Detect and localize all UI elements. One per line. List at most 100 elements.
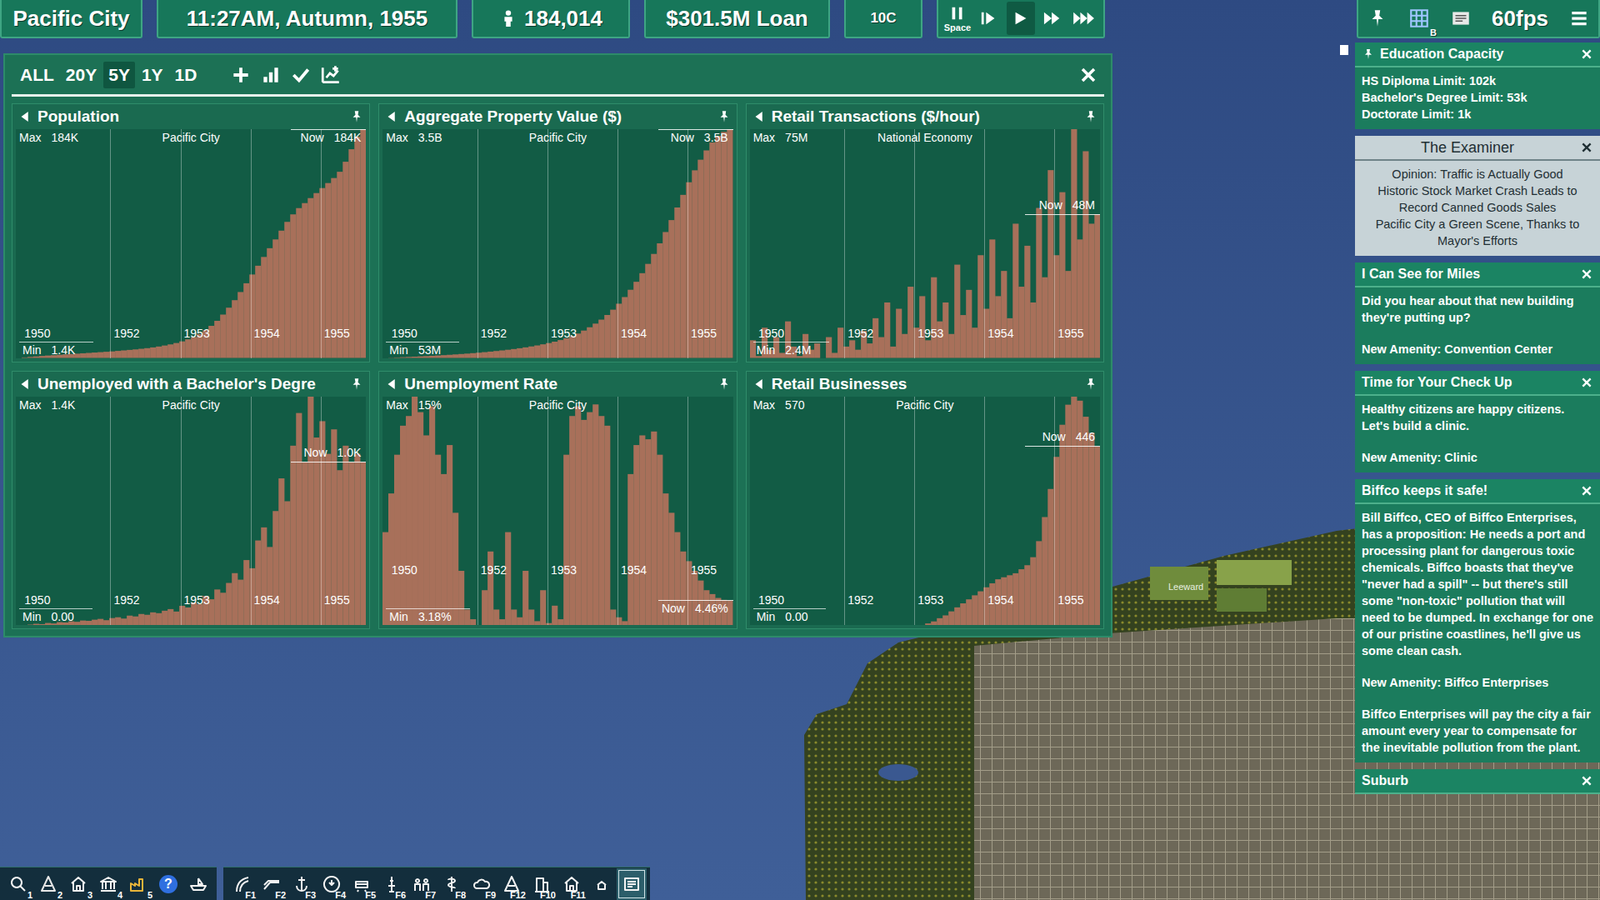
tool-button[interactable]: F3 xyxy=(286,868,317,900)
close-button[interactable] xyxy=(1578,482,1595,500)
range-tab[interactable]: 5Y xyxy=(103,61,135,89)
speed-button[interactable] xyxy=(975,1,1004,35)
pin-icon[interactable] xyxy=(349,376,365,392)
year-gridline xyxy=(984,129,985,359)
speed-button[interactable] xyxy=(1038,1,1067,35)
tool-button[interactable]: 5 xyxy=(123,868,154,900)
tool-button[interactable]: 2 xyxy=(33,868,64,900)
tool-button[interactable]: F5 xyxy=(346,868,377,900)
chart-bar xyxy=(971,595,978,625)
chart-title[interactable]: Aggregate Property Value ($) xyxy=(404,107,711,126)
close-button[interactable] xyxy=(1578,772,1595,790)
close-button[interactable] xyxy=(1075,62,1101,88)
year-label: 1950 xyxy=(755,593,785,607)
tool-button[interactable]: F12 xyxy=(496,868,527,900)
add-graph-icon[interactable] xyxy=(320,64,342,86)
tool-button[interactable]: ? xyxy=(153,868,184,900)
chart-bar xyxy=(895,309,902,359)
population-display[interactable]: 184,014 xyxy=(471,0,630,39)
range-tab[interactable]: 20Y xyxy=(60,61,102,89)
chart-bar xyxy=(1094,214,1100,358)
chart-bar xyxy=(120,618,127,625)
range-tab[interactable]: 1D xyxy=(170,61,203,89)
range-tab[interactable]: 1Y xyxy=(136,61,169,89)
back-arrow-icon[interactable] xyxy=(751,376,767,392)
chart-title[interactable]: Unemployed with a Bachelor's Degre xyxy=(37,375,345,394)
scrollbar-thumb[interactable] xyxy=(1340,45,1349,55)
pin-icon[interactable] xyxy=(349,109,365,125)
chart-bar xyxy=(21,356,28,359)
plus-icon[interactable] xyxy=(230,64,252,86)
chart-bar xyxy=(231,300,238,358)
pin-icon[interactable] xyxy=(1083,109,1099,125)
tool-button[interactable] xyxy=(183,868,214,900)
year-gridline xyxy=(617,396,619,626)
tool-button[interactable]: F1 xyxy=(226,868,257,900)
pin-icon[interactable] xyxy=(1361,47,1375,61)
year-label: 1955 xyxy=(687,326,717,340)
close-icon xyxy=(1580,267,1594,281)
close-button[interactable] xyxy=(1578,374,1595,391)
back-arrow-icon[interactable] xyxy=(751,109,767,125)
menu-icon[interactable] xyxy=(1568,7,1590,30)
tool-button[interactable]: F4 xyxy=(316,868,347,900)
tool-button[interactable]: 1 xyxy=(3,868,34,900)
max-label: Max3.5B xyxy=(385,130,442,145)
notification-card[interactable]: Education CapacityHS Diploma Limit: 102k… xyxy=(1355,42,1600,130)
notification-card[interactable]: Time for Your Check UpHealthy citizens a… xyxy=(1355,370,1600,473)
city-name[interactable]: Pacific City xyxy=(0,0,143,39)
back-arrow-icon[interactable] xyxy=(384,376,400,392)
tool-button[interactable]: 4 xyxy=(93,868,124,900)
step-icon xyxy=(977,9,1001,28)
tool-button[interactable] xyxy=(586,868,617,900)
chart-title[interactable]: Unemployment Rate xyxy=(404,375,711,394)
tool-button[interactable]: F7 xyxy=(406,868,437,900)
newspaper-icon[interactable] xyxy=(1450,7,1472,30)
close-button[interactable] xyxy=(1578,265,1595,283)
notification-card[interactable]: Biffco keeps it safe!Bill Biffco, CEO of… xyxy=(1355,479,1600,763)
card-header: Biffco keeps it safe! xyxy=(1355,479,1600,505)
notification-card[interactable]: I Can See for MilesDid you hear about th… xyxy=(1355,262,1600,365)
chart-bar xyxy=(411,396,418,626)
check-icon[interactable] xyxy=(290,64,312,86)
speed-button[interactable] xyxy=(1006,1,1035,35)
pin-icon[interactable] xyxy=(716,376,732,392)
tool-button[interactable]: 3 xyxy=(63,868,94,900)
year-label: 1953 xyxy=(180,326,210,340)
area-chart xyxy=(382,396,733,626)
notification-card[interactable]: The ExaminerOpinion: Traffic is Actually… xyxy=(1355,135,1600,256)
overlay-button[interactable]: B xyxy=(1408,7,1430,30)
chart-bar xyxy=(185,606,191,625)
tool-button[interactable]: F9 xyxy=(466,868,497,900)
close-button[interactable] xyxy=(1578,45,1595,63)
back-arrow-icon[interactable] xyxy=(17,109,33,125)
close-button[interactable] xyxy=(1578,139,1595,156)
tool-button[interactable]: F8 xyxy=(436,868,467,900)
chart-bar xyxy=(237,291,244,358)
chart-bar xyxy=(405,415,412,625)
chart-bar xyxy=(1047,170,1054,358)
loan-display[interactable]: $301.5M Loan xyxy=(644,0,830,39)
bar-chart-icon[interactable] xyxy=(260,64,282,86)
tool-button[interactable]: F2 xyxy=(256,868,287,900)
tool-button[interactable]: F10 xyxy=(526,868,557,900)
tool-button[interactable]: F6 xyxy=(376,868,407,900)
speed-button[interactable] xyxy=(1070,1,1099,35)
chart-bar xyxy=(901,334,908,359)
tool-button[interactable] xyxy=(616,868,647,900)
back-arrow-icon[interactable] xyxy=(384,109,400,125)
notification-card[interactable]: Suburb xyxy=(1355,769,1600,795)
chart-bar xyxy=(960,315,966,358)
tool-button[interactable]: F11 xyxy=(556,868,587,900)
chart-bar xyxy=(1088,223,1095,358)
chart-plot: 19501952195319541955Max75MNational Econo… xyxy=(750,129,1100,359)
pin-icon[interactable] xyxy=(1366,7,1389,30)
back-arrow-icon[interactable] xyxy=(17,376,33,392)
range-tab[interactable]: ALL xyxy=(15,61,60,89)
chart-title[interactable]: Population xyxy=(37,107,345,126)
speed-button[interactable]: Space xyxy=(943,1,972,35)
chart-title[interactable]: Retail Businesses xyxy=(771,375,1079,394)
pin-icon[interactable] xyxy=(1083,376,1099,392)
chart-title[interactable]: Retail Transactions ($/hour) xyxy=(771,107,1079,126)
pin-icon[interactable] xyxy=(716,109,732,125)
